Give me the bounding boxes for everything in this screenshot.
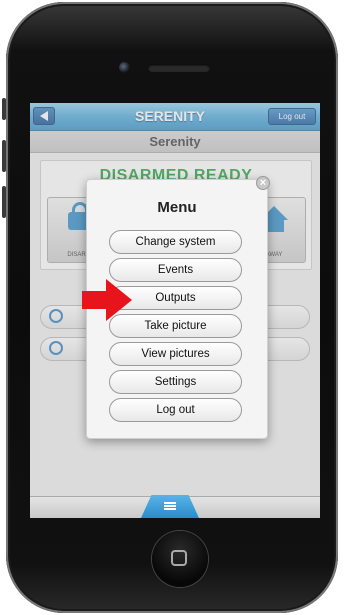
front-camera	[119, 62, 130, 73]
home-button[interactable]	[152, 531, 208, 587]
menu-item-log-out[interactable]: Log out	[109, 398, 242, 422]
earpiece-speaker	[148, 64, 210, 72]
hamburger-icon	[164, 502, 176, 510]
red-pointer-arrow-icon	[82, 279, 132, 321]
volume-up-button	[2, 140, 6, 172]
menu-item-view-pictures[interactable]: View pictures	[109, 342, 242, 366]
app-screen: SERENITY Log out Serenity DISARMED READY…	[30, 103, 320, 518]
menu-item-change-system[interactable]: Change system	[109, 230, 242, 254]
close-icon[interactable]: ×	[256, 176, 270, 190]
menu-title: Menu	[157, 199, 197, 216]
volume-down-button	[2, 186, 6, 218]
menu-item-settings[interactable]: Settings	[109, 370, 242, 394]
mute-switch	[2, 98, 6, 120]
home-square-icon	[171, 550, 187, 566]
